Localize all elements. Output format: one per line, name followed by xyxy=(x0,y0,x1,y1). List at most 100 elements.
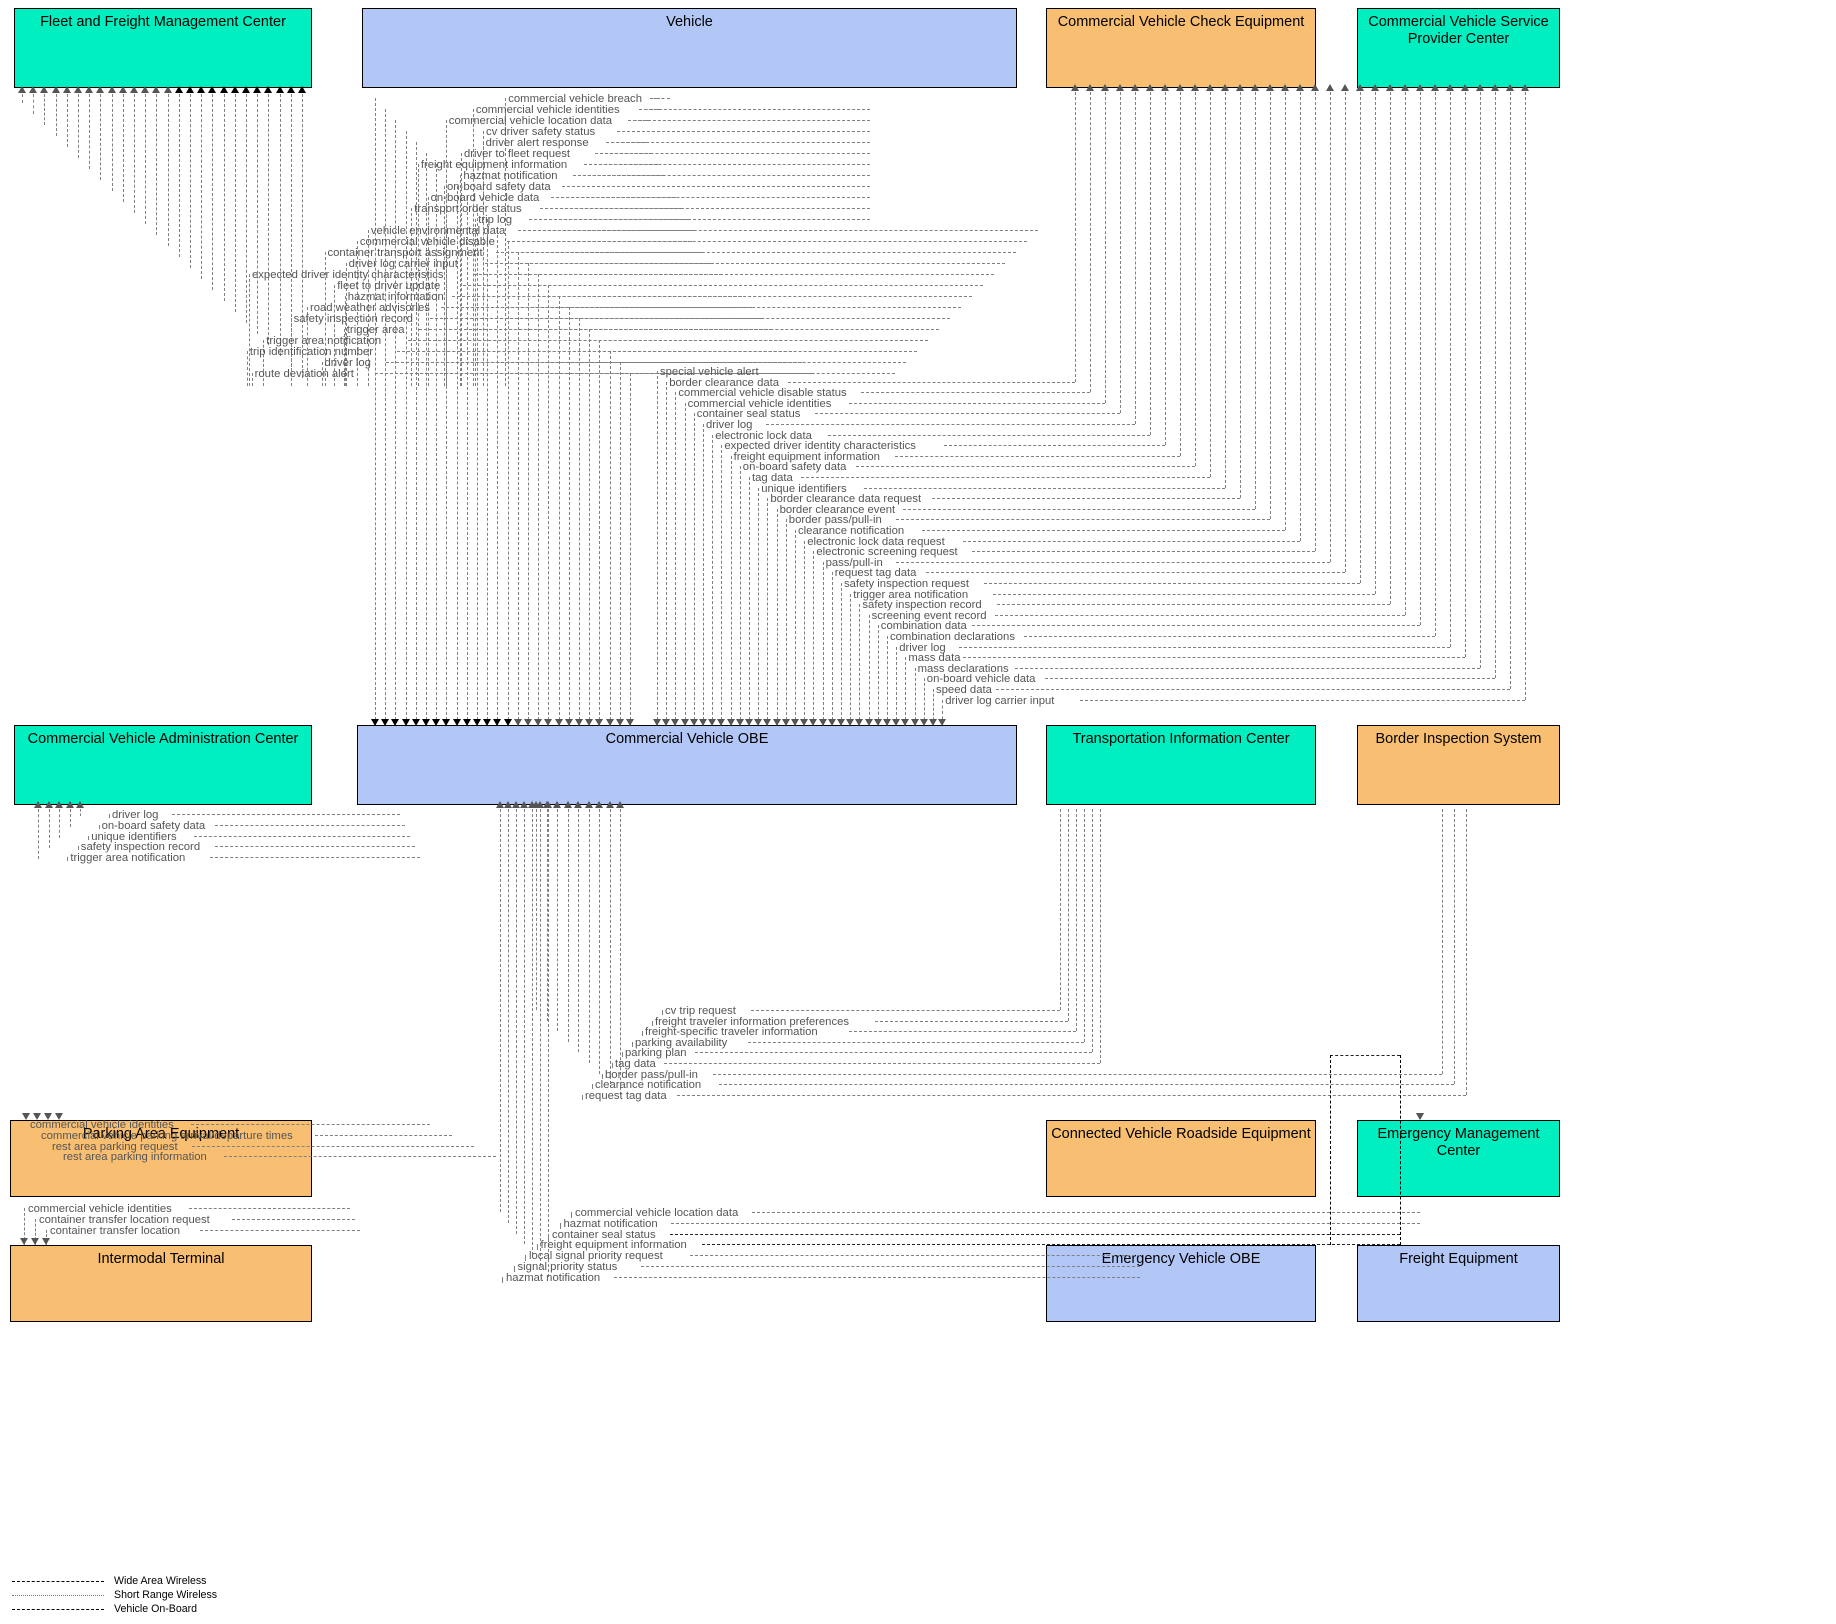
flow-arrowhead xyxy=(1386,84,1394,91)
flow-arrowhead xyxy=(781,719,790,726)
flow-arrowhead xyxy=(40,86,49,93)
flow-arrowhead xyxy=(662,719,671,726)
flow-arrowhead xyxy=(1311,84,1319,91)
flow-arrowhead xyxy=(298,86,306,93)
legend-row: Wide Area Wireless xyxy=(12,1574,217,1588)
node-fe[interactable]: Freight Equipment xyxy=(1357,1245,1560,1322)
flow-arrowhead xyxy=(371,719,379,726)
flow-connector xyxy=(622,1052,623,1058)
flow-connector xyxy=(1330,1055,1400,1056)
flow-connector xyxy=(145,94,147,224)
flow-connector xyxy=(1079,699,1525,701)
flow-connector xyxy=(1330,92,1331,562)
flow-connector xyxy=(895,561,1330,563)
flow-connector xyxy=(972,551,1315,553)
flow-connector xyxy=(992,593,1375,595)
flow-connector xyxy=(548,809,549,1277)
flow-connector xyxy=(551,197,676,198)
flow-arrowhead xyxy=(264,86,273,93)
flow-connector xyxy=(652,1020,653,1026)
flow-connector xyxy=(684,402,686,725)
node-ffmc[interactable]: Fleet and Freight Management Center xyxy=(14,8,312,88)
flow-connector xyxy=(868,614,870,725)
flow-connector xyxy=(1100,809,1101,1063)
node-cvce[interactable]: Commercial Vehicle Check Equipment xyxy=(1046,8,1316,88)
flow-arrowhead xyxy=(653,719,661,726)
flow-arrowhead xyxy=(929,719,937,726)
flow-connector xyxy=(279,94,281,356)
flow-arrowhead xyxy=(1086,84,1094,91)
flow-connector xyxy=(595,153,652,154)
flow-arrowhead xyxy=(275,86,284,93)
flow-arrowhead xyxy=(503,719,512,726)
flow-connector xyxy=(251,373,253,386)
flow-connector xyxy=(921,530,1285,531)
node-cvspc[interactable]: Commercial Vehicle Service Provider Cent… xyxy=(1357,8,1560,88)
flow-label: request tag data xyxy=(585,1089,667,1102)
node-bis[interactable]: Border Inspection System xyxy=(1357,725,1560,805)
flow-arrowhead xyxy=(938,719,947,726)
flow-label: route deviation alert xyxy=(254,368,354,380)
flow-label: hazmat notification xyxy=(506,1271,601,1284)
flow-arrowhead xyxy=(496,801,504,808)
flow-arrowhead xyxy=(1326,84,1334,91)
flow-arrowhead xyxy=(253,86,262,93)
node-imt[interactable]: Intermodal Terminal xyxy=(10,1245,312,1322)
flow-arrowhead xyxy=(85,86,94,93)
flow-arrowhead xyxy=(528,801,536,808)
flow-connector xyxy=(191,1145,474,1147)
flow-arrowhead xyxy=(616,801,624,808)
flow-connector xyxy=(589,329,591,725)
flow-arrowhead xyxy=(605,801,614,808)
flow-connector xyxy=(249,274,250,386)
flow-connector xyxy=(109,814,110,818)
flow-arrowhead xyxy=(873,719,882,726)
node-veh[interactable]: Vehicle xyxy=(362,8,1017,88)
flow-connector xyxy=(612,1063,613,1068)
flow-connector xyxy=(859,604,861,725)
flow-arrowhead xyxy=(1431,84,1439,91)
vehicle-on-board-icon xyxy=(12,1608,104,1610)
flow-connector xyxy=(386,362,802,363)
flow-connector xyxy=(66,94,68,147)
flow-connector xyxy=(703,424,704,725)
flow-connector xyxy=(44,94,46,125)
flow-arrowhead xyxy=(1461,84,1469,91)
flow-arrowhead xyxy=(230,86,239,93)
flow-arrowhead xyxy=(901,719,910,726)
flow-connector xyxy=(529,219,688,220)
flow-connector xyxy=(923,678,925,725)
flow-connector xyxy=(497,230,499,725)
node-tic[interactable]: Transportation Information Center xyxy=(1046,725,1316,805)
flow-arrowhead xyxy=(1341,84,1349,91)
node-cvac[interactable]: Commercial Vehicle Administration Center xyxy=(14,725,312,805)
flow-connector xyxy=(767,498,769,725)
flow-connector xyxy=(1090,92,1091,393)
flow-connector xyxy=(463,285,732,286)
flow-arrowhead xyxy=(605,719,614,726)
flow-arrowhead xyxy=(615,719,624,726)
flow-connector xyxy=(1120,92,1121,414)
node-evobe[interactable]: Emergency Vehicle OBE xyxy=(1046,1245,1316,1322)
flow-connector xyxy=(863,487,1225,489)
flow-connector xyxy=(944,445,1165,447)
flow-arrowhead xyxy=(544,719,553,726)
flow-connector xyxy=(663,1063,1100,1064)
flow-connector xyxy=(671,1222,1420,1224)
flow-arrowhead xyxy=(772,719,781,726)
flow-arrowhead xyxy=(391,719,400,726)
flow-arrowhead xyxy=(1416,1113,1424,1120)
flow-arrowhead xyxy=(141,86,150,93)
flow-connector xyxy=(1165,92,1166,446)
flow-arrowhead xyxy=(800,719,809,726)
node-cvre[interactable]: Connected Vehicle Roadside Equipment xyxy=(1046,1120,1316,1197)
flow-connector xyxy=(609,809,611,1085)
flow-connector xyxy=(524,809,525,1245)
node-cvobe[interactable]: Commercial Vehicle OBE xyxy=(357,725,1017,805)
flow-arrowhead xyxy=(1191,84,1199,91)
flow-connector xyxy=(666,381,668,725)
flow-connector xyxy=(48,809,50,849)
flow-connector xyxy=(815,413,1120,415)
node-emc[interactable]: Emergency Management Center xyxy=(1357,1120,1560,1197)
flow-connector xyxy=(212,94,214,290)
